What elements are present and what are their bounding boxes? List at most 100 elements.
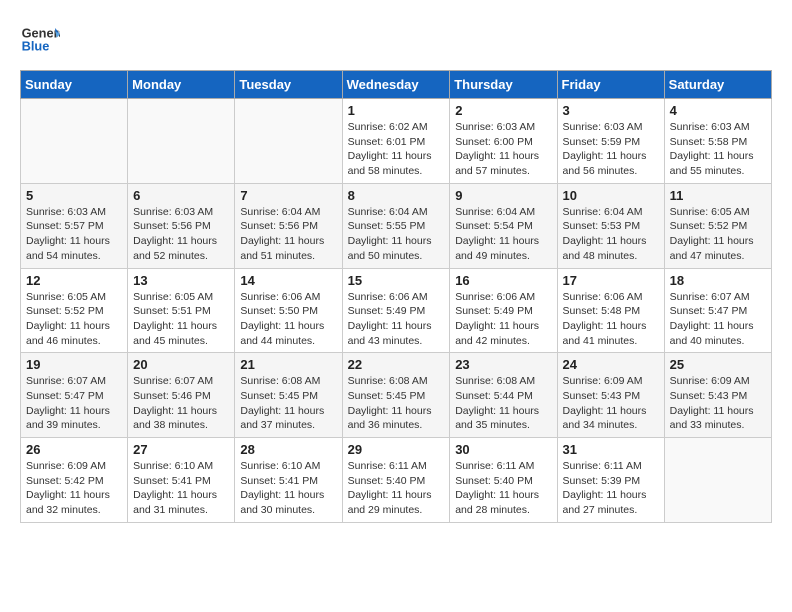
day-number: 27 [133,442,229,457]
calendar-cell: 12 Sunrise: 6:05 AMSunset: 5:52 PMDayligh… [21,268,128,353]
calendar-cell: 2 Sunrise: 6:03 AMSunset: 6:00 PMDaylight… [450,99,557,184]
day-number: 13 [133,273,229,288]
calendar-table: SundayMondayTuesdayWednesdayThursdayFrid… [20,70,772,523]
day-info: Sunrise: 6:08 AMSunset: 5:45 PMDaylight:… [240,374,336,433]
calendar-cell [664,438,771,523]
calendar-cell: 7 Sunrise: 6:04 AMSunset: 5:56 PMDaylight… [235,183,342,268]
day-number: 15 [348,273,445,288]
day-info: Sunrise: 6:07 AMSunset: 5:47 PMDaylight:… [670,290,766,349]
calendar-cell: 15Sunrise: 6:06 AMSunset: 5:49 PMDayligh… [342,268,450,353]
logo: General Blue [20,20,60,60]
day-info: Sunrise: 6:03 AMSunset: 6:00 PMDaylight:… [455,120,551,179]
calendar-cell: 9Sunrise: 6:04 AMSunset: 5:54 PMDaylight… [450,183,557,268]
calendar-week-1: 1 Sunrise: 6:02 AMSunset: 6:01 PMDaylight… [21,99,772,184]
calendar-cell: 13 Sunrise: 6:05 AMSunset: 5:51 PMDayligh… [128,268,235,353]
weekday-header-wednesday: Wednesday [342,71,450,99]
calendar-cell: 3 Sunrise: 6:03 AMSunset: 5:59 PMDaylight… [557,99,664,184]
day-number: 14 [240,273,336,288]
day-info: Sunrise: 6:06 AMSunset: 5:48 PMDaylight:… [563,290,659,349]
day-number: 18 [670,273,766,288]
calendar-cell: 10 Sunrise: 6:04 AMSunset: 5:53 PMDayligh… [557,183,664,268]
day-number: 4 [670,103,766,118]
day-info: Sunrise: 6:02 AMSunset: 6:01 PMDaylight:… [348,120,445,179]
day-number: 30 [455,442,551,457]
calendar-cell: 31 Sunrise: 6:11 AMSunset: 5:39 PMDayligh… [557,438,664,523]
calendar-cell: 29Sunrise: 6:11 AMSunset: 5:40 PMDayligh… [342,438,450,523]
day-number: 31 [563,442,659,457]
day-number: 6 [133,188,229,203]
calendar-cell [128,99,235,184]
day-info: Sunrise: 6:06 AMSunset: 5:50 PMDaylight:… [240,290,336,349]
day-number: 12 [26,273,122,288]
weekday-header-thursday: Thursday [450,71,557,99]
day-info: Sunrise: 6:03 AMSunset: 5:57 PMDaylight:… [26,205,122,264]
day-info: Sunrise: 6:10 AMSunset: 5:41 PMDaylight:… [133,459,229,518]
calendar-cell [21,99,128,184]
day-number: 8 [348,188,445,203]
calendar-cell: 4 Sunrise: 6:03 AMSunset: 5:58 PMDaylight… [664,99,771,184]
day-info: Sunrise: 6:03 AMSunset: 5:58 PMDaylight:… [670,120,766,179]
calendar-cell: 18 Sunrise: 6:07 AMSunset: 5:47 PMDayligh… [664,268,771,353]
day-info: Sunrise: 6:09 AMSunset: 5:43 PMDaylight:… [563,374,659,433]
calendar-cell: 25 Sunrise: 6:09 AMSunset: 5:43 PMDayligh… [664,353,771,438]
weekday-header-saturday: Saturday [664,71,771,99]
weekday-header-sunday: Sunday [21,71,128,99]
calendar-week-2: 5Sunrise: 6:03 AMSunset: 5:57 PMDaylight… [21,183,772,268]
day-number: 26 [26,442,122,457]
day-number: 22 [348,357,445,372]
calendar-week-3: 12 Sunrise: 6:05 AMSunset: 5:52 PMDayligh… [21,268,772,353]
calendar-cell: 20 Sunrise: 6:07 AMSunset: 5:46 PMDayligh… [128,353,235,438]
calendar-cell: 14 Sunrise: 6:06 AMSunset: 5:50 PMDayligh… [235,268,342,353]
calendar-week-4: 19Sunrise: 6:07 AMSunset: 5:47 PMDayligh… [21,353,772,438]
calendar-cell: 19Sunrise: 6:07 AMSunset: 5:47 PMDayligh… [21,353,128,438]
day-number: 23 [455,357,551,372]
calendar-cell: 24 Sunrise: 6:09 AMSunset: 5:43 PMDayligh… [557,353,664,438]
calendar-week-5: 26Sunrise: 6:09 AMSunset: 5:42 PMDayligh… [21,438,772,523]
day-number: 25 [670,357,766,372]
calendar-cell: 6Sunrise: 6:03 AMSunset: 5:56 PMDaylight… [128,183,235,268]
calendar-cell: 26Sunrise: 6:09 AMSunset: 5:42 PMDayligh… [21,438,128,523]
day-number: 16 [455,273,551,288]
day-number: 10 [563,188,659,203]
calendar-cell: 17 Sunrise: 6:06 AMSunset: 5:48 PMDayligh… [557,268,664,353]
day-info: Sunrise: 6:11 AMSunset: 5:40 PMDaylight:… [455,459,551,518]
day-number: 24 [563,357,659,372]
calendar-cell: 11Sunrise: 6:05 AMSunset: 5:52 PMDayligh… [664,183,771,268]
calendar-cell: 5Sunrise: 6:03 AMSunset: 5:57 PMDaylight… [21,183,128,268]
calendar-cell [235,99,342,184]
day-number: 2 [455,103,551,118]
calendar-cell: 30 Sunrise: 6:11 AMSunset: 5:40 PMDayligh… [450,438,557,523]
day-number: 20 [133,357,229,372]
day-info: Sunrise: 6:03 AMSunset: 5:59 PMDaylight:… [563,120,659,179]
day-info: Sunrise: 6:11 AMSunset: 5:39 PMDaylight:… [563,459,659,518]
weekday-header-tuesday: Tuesday [235,71,342,99]
calendar-cell: 1 Sunrise: 6:02 AMSunset: 6:01 PMDaylight… [342,99,450,184]
day-info: Sunrise: 6:05 AMSunset: 5:52 PMDaylight:… [670,205,766,264]
day-number: 17 [563,273,659,288]
day-info: Sunrise: 6:05 AMSunset: 5:52 PMDaylight:… [26,290,122,349]
calendar-body: 1 Sunrise: 6:02 AMSunset: 6:01 PMDaylight… [21,99,772,523]
calendar-cell: 23Sunrise: 6:08 AMSunset: 5:44 PMDayligh… [450,353,557,438]
calendar-cell: 16 Sunrise: 6:06 AMSunset: 5:49 PMDayligh… [450,268,557,353]
day-number: 1 [348,103,445,118]
day-number: 19 [26,357,122,372]
calendar-cell: 8Sunrise: 6:04 AMSunset: 5:55 PMDaylight… [342,183,450,268]
day-info: Sunrise: 6:09 AMSunset: 5:43 PMDaylight:… [670,374,766,433]
day-info: Sunrise: 6:06 AMSunset: 5:49 PMDaylight:… [455,290,551,349]
day-number: 28 [240,442,336,457]
day-info: Sunrise: 6:11 AMSunset: 5:40 PMDaylight:… [348,459,445,518]
calendar-cell: 27 Sunrise: 6:10 AMSunset: 5:41 PMDayligh… [128,438,235,523]
svg-text:Blue: Blue [22,38,50,53]
weekday-header-monday: Monday [128,71,235,99]
calendar-cell: 21 Sunrise: 6:08 AMSunset: 5:45 PMDayligh… [235,353,342,438]
day-info: Sunrise: 6:04 AMSunset: 5:56 PMDaylight:… [240,205,336,264]
day-info: Sunrise: 6:04 AMSunset: 5:53 PMDaylight:… [563,205,659,264]
day-number: 21 [240,357,336,372]
day-number: 3 [563,103,659,118]
day-info: Sunrise: 6:05 AMSunset: 5:51 PMDaylight:… [133,290,229,349]
day-info: Sunrise: 6:10 AMSunset: 5:41 PMDaylight:… [240,459,336,518]
day-number: 7 [240,188,336,203]
calendar-header-row: SundayMondayTuesdayWednesdayThursdayFrid… [21,71,772,99]
day-info: Sunrise: 6:08 AMSunset: 5:45 PMDaylight:… [348,374,445,433]
day-info: Sunrise: 6:07 AMSunset: 5:46 PMDaylight:… [133,374,229,433]
